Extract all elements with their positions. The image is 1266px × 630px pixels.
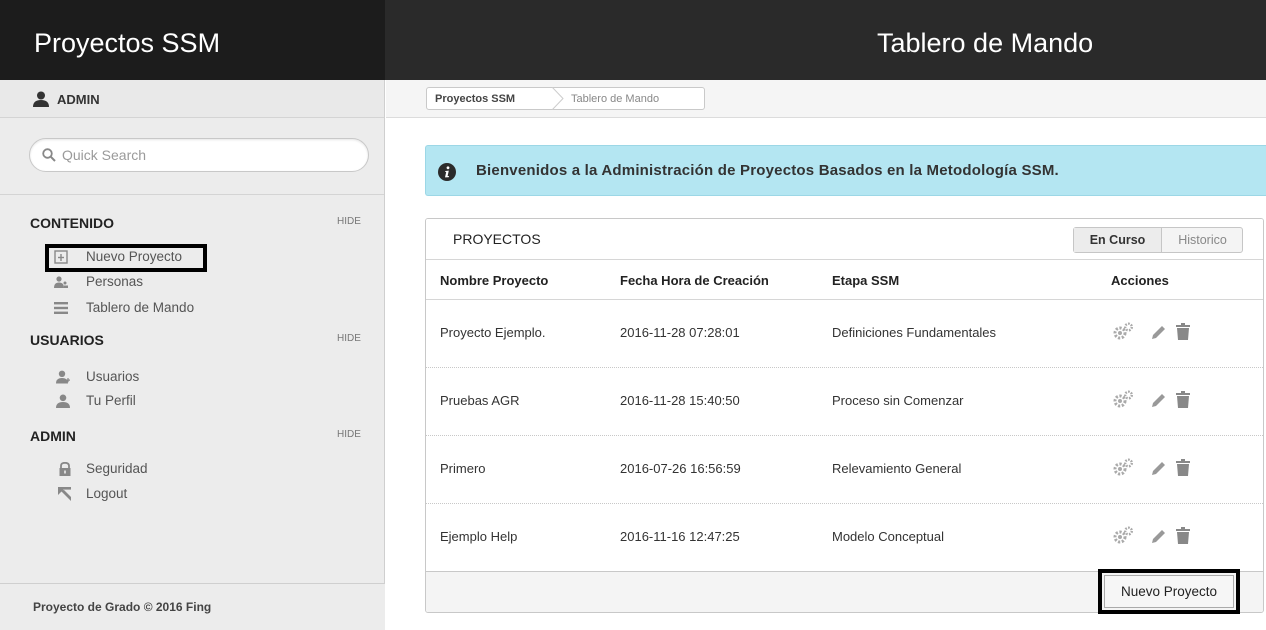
alert-text: Bienvenidos a la Administración de Proye… (476, 162, 1059, 179)
column-header: Nombre Proyecto (440, 273, 549, 288)
trash-icon[interactable] (1176, 459, 1190, 476)
breadcrumb-bar: Proyectos SSM Tablero de Mando (386, 80, 1266, 118)
sidebar-item-label: Personas (86, 274, 144, 289)
highlight-nuevo-proyecto (45, 244, 207, 272)
column-header: Acciones (1111, 273, 1169, 288)
user-row[interactable]: ADMIN (0, 80, 384, 118)
sidebar-item-usuarios[interactable]: Usuarios (54, 369, 254, 387)
user-name: ADMIN (57, 92, 100, 107)
section-contenido: CONTENIDO HIDE (0, 215, 385, 235)
user-icon (56, 394, 70, 408)
project-stage: Modelo Conceptual (832, 529, 945, 544)
project-date: 2016-07-26 16:56:59 (620, 461, 741, 476)
gears-icon[interactable] (1112, 458, 1134, 478)
table-row: Primero 2016-07-26 16:56:59 Relevamiento… (426, 436, 1263, 504)
trash-icon[interactable] (1176, 391, 1190, 408)
welcome-alert: Bienvenidos a la Administración de Proye… (425, 145, 1266, 196)
app-title[interactable]: Proyectos SSM (34, 28, 220, 59)
sidebar: ADMIN (0, 80, 385, 630)
sidebar-item-logout[interactable]: Logout (54, 486, 254, 504)
breadcrumb-separator (551, 87, 564, 110)
table-row: Ejemplo Help 2016-11-16 12:47:25 Modelo … (426, 504, 1263, 572)
list-icon (54, 302, 68, 314)
pencil-icon[interactable] (1150, 461, 1166, 477)
column-header: Etapa SSM (832, 273, 900, 288)
table-row: Pruebas AGR 2016-11-28 15:40:50 Proceso … (426, 368, 1263, 436)
project-stage: Definiciones Fundamentales (832, 325, 997, 340)
hide-toggle[interactable]: HIDE (337, 429, 361, 440)
sidebar-footer: Proyecto de Grado © 2016 Fing (0, 583, 385, 630)
trash-icon[interactable] (1176, 527, 1190, 544)
trash-icon[interactable] (1176, 323, 1190, 340)
project-date: 2016-11-28 07:28:01 (620, 325, 740, 340)
breadcrumb: Proyectos SSM Tablero de Mando (426, 87, 705, 110)
panel-title: PROYECTOS (453, 231, 541, 247)
app-header: Proyectos SSM (0, 0, 385, 80)
section-usuarios: USUARIOS HIDE (0, 332, 385, 352)
people-icon (54, 276, 68, 288)
search-area (0, 118, 384, 195)
search-box[interactable] (29, 138, 369, 172)
sidebar-item-label: Tablero de Mando (86, 300, 195, 315)
breadcrumb-item-tablero: Tablero de Mando (571, 93, 660, 105)
pencil-icon[interactable] (1150, 325, 1166, 341)
hide-toggle[interactable]: HIDE (337, 216, 361, 227)
sidebar-item-label: Seguridad (86, 461, 148, 476)
project-date: 2016-11-16 12:47:25 (620, 529, 740, 544)
project-stage: Relevamiento General (832, 461, 962, 476)
sidebar-item-personas[interactable]: Personas (54, 274, 254, 292)
gears-icon[interactable] (1112, 322, 1134, 342)
page-title: Tablero de Mando (877, 28, 1094, 58)
new-project-button[interactable]: Nuevo Proyecto (1104, 575, 1234, 608)
project-name: Pruebas AGR (440, 393, 520, 408)
search-input[interactable] (62, 147, 352, 163)
sidebar-item-tu-perfil[interactable]: Tu Perfil (54, 393, 254, 411)
status-tabs: En Curso Historico (1073, 227, 1243, 253)
sidebar-item-label: Tu Perfil (86, 393, 136, 408)
footer-text: Proyecto de Grado © 2016 Fing (33, 600, 212, 614)
add-user-icon (56, 370, 70, 384)
pencil-icon[interactable] (1150, 529, 1166, 545)
project-stage: Proceso sin Comenzar (832, 393, 964, 408)
section-title: USUARIOS (30, 332, 104, 348)
gears-icon[interactable] (1112, 390, 1134, 410)
project-name: Proyecto Ejemplo. (440, 325, 546, 340)
column-header: Fecha Hora de Creación (620, 273, 769, 288)
gears-icon[interactable] (1112, 526, 1134, 546)
user-icon (33, 91, 49, 107)
projects-panel: PROYECTOS En Curso Historico Nombre Proy… (425, 218, 1264, 613)
table-row: Proyecto Ejemplo. 2016-11-28 07:28:01 De… (426, 300, 1263, 368)
sidebar-item-seguridad[interactable]: Seguridad (54, 461, 254, 479)
hide-toggle[interactable]: HIDE (337, 333, 361, 344)
sidebar-item-label: Usuarios (86, 369, 140, 384)
tab-historico[interactable]: Historico (1163, 228, 1242, 252)
search-icon (42, 148, 56, 162)
sidebar-item-label: Logout (86, 486, 128, 501)
panel-header: PROYECTOS En Curso Historico (426, 219, 1263, 260)
section-admin: ADMIN HIDE (0, 428, 385, 448)
project-date: 2016-11-28 15:40:50 (620, 393, 740, 408)
pencil-icon[interactable] (1150, 393, 1166, 409)
page-header: Tablero de Mando (385, 0, 1266, 80)
lock-icon (59, 462, 71, 476)
section-title: CONTENIDO (30, 215, 114, 231)
sidebar-item-tablero-de-mando[interactable]: Tablero de Mando (54, 300, 254, 318)
project-name: Primero (440, 461, 486, 476)
arrow-up-left-icon (58, 487, 71, 501)
tab-en-curso[interactable]: En Curso (1074, 228, 1162, 252)
info-icon (438, 163, 456, 181)
breadcrumb-item-proyectos-ssm[interactable]: Proyectos SSM (435, 93, 515, 105)
section-title: ADMIN (30, 428, 76, 444)
project-name: Ejemplo Help (440, 529, 518, 544)
table-header: Nombre Proyecto Fecha Hora de Creación E… (426, 260, 1263, 300)
